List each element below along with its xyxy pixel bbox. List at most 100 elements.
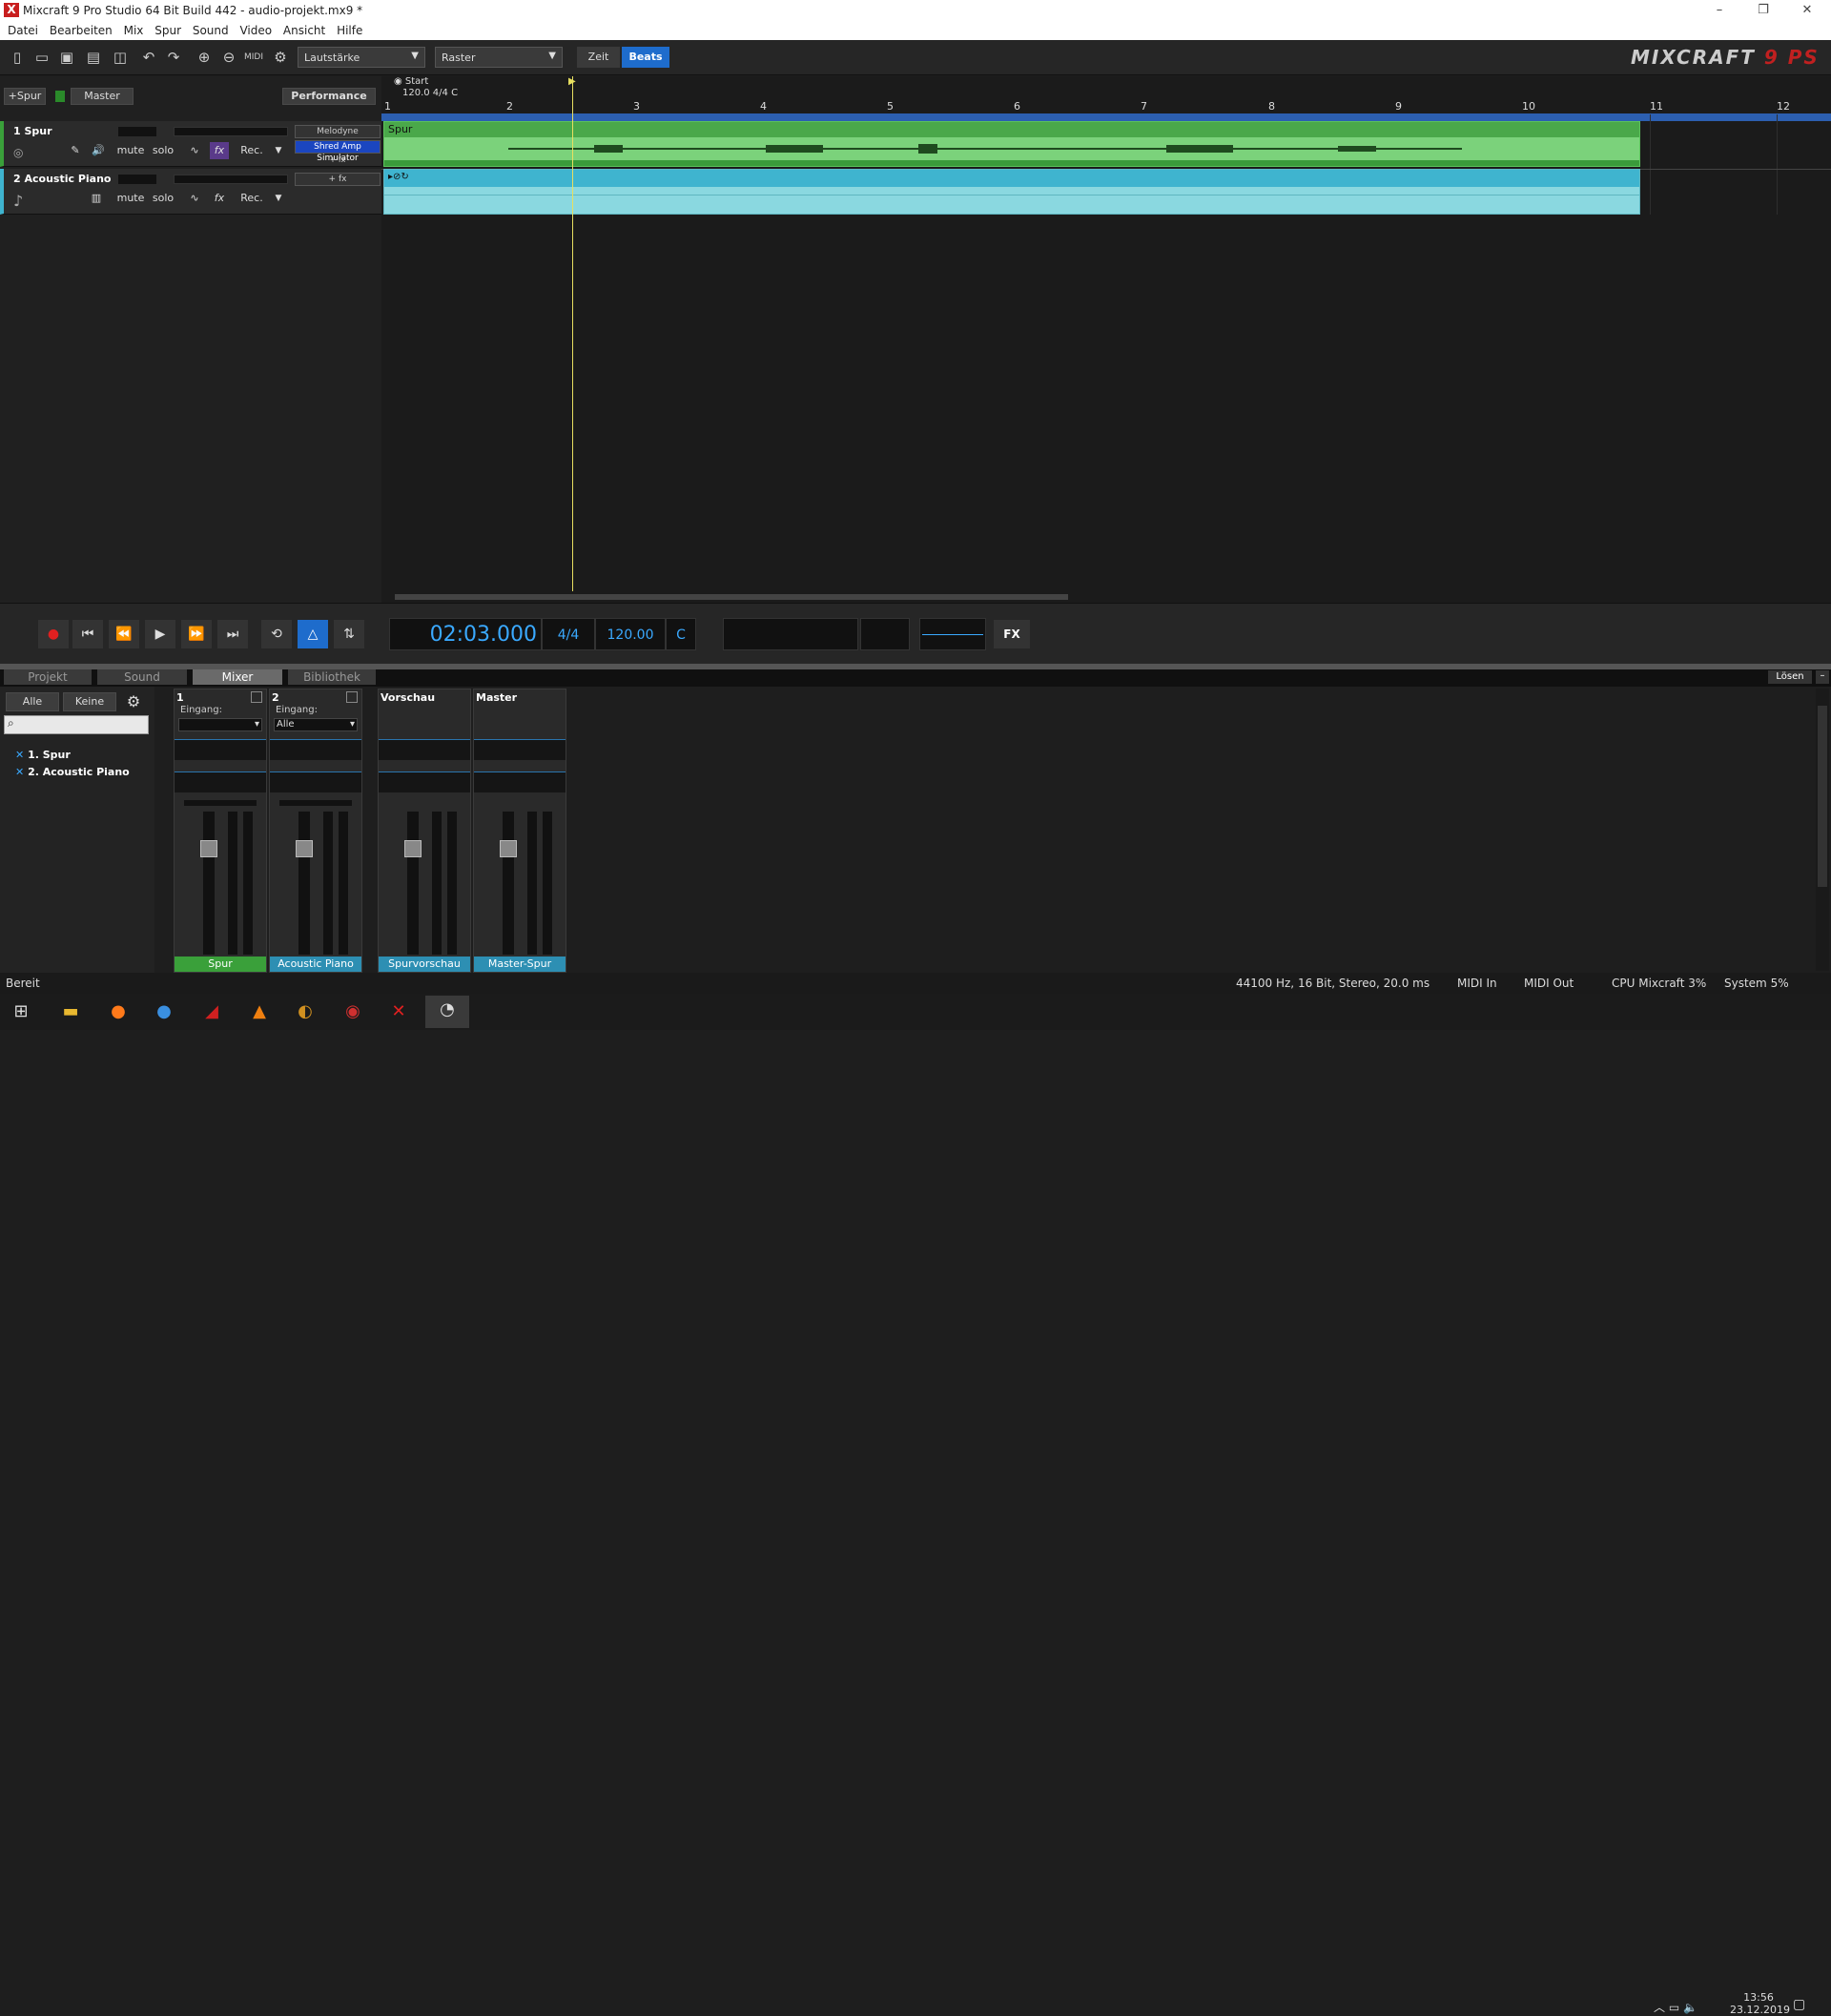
- tempo-display[interactable]: 120.00: [595, 618, 666, 650]
- tab-sound[interactable]: Sound: [97, 669, 187, 685]
- mute-button[interactable]: mute: [114, 142, 147, 159]
- menu-spur[interactable]: Spur: [147, 21, 181, 37]
- fx-button[interactable]: fx: [210, 142, 229, 159]
- select-none-button[interactable]: Keine: [63, 692, 116, 711]
- fader-knob[interactable]: [200, 840, 217, 857]
- volume-fader[interactable]: [298, 812, 310, 955]
- file-explorer-icon[interactable]: ▬: [51, 998, 90, 1026]
- add-fx-slot[interactable]: + fx: [295, 173, 381, 186]
- horizontal-scrollbar[interactable]: [381, 591, 1831, 603]
- fader-knob[interactable]: [500, 840, 517, 857]
- time-signature-display[interactable]: 4/4: [542, 618, 595, 650]
- playhead[interactable]: [572, 76, 573, 591]
- menu-hilfe[interactable]: Hilfe: [329, 21, 362, 37]
- ruler-bar[interactable]: [381, 113, 1831, 121]
- keyboard-icon[interactable]: ▥: [86, 190, 107, 207]
- menu-mix[interactable]: Mix: [116, 21, 144, 37]
- volume-fader[interactable]: [203, 812, 215, 955]
- save-icon[interactable]: ▤: [84, 48, 103, 67]
- volume-fader[interactable]: [503, 812, 514, 955]
- tab-bibliothek[interactable]: Bibliothek: [288, 669, 376, 685]
- chevron-down-icon[interactable]: ▼: [273, 142, 284, 159]
- fx-button[interactable]: fx: [210, 190, 229, 207]
- solo-button[interactable]: solo: [149, 142, 177, 159]
- menu-bearbeiten[interactable]: Bearbeiten: [42, 21, 113, 37]
- instrument-icon[interactable]: ✎: [67, 142, 84, 159]
- track-1-name[interactable]: 1 Spur: [13, 125, 52, 137]
- play-icon[interactable]: ▶: [145, 620, 175, 648]
- scrollbar-thumb[interactable]: [395, 594, 1068, 600]
- collapse-icon[interactable]: –: [1816, 670, 1829, 684]
- automation-icon[interactable]: ∿: [181, 142, 208, 159]
- volume-slider[interactable]: [118, 175, 156, 184]
- volume-fader[interactable]: [407, 812, 419, 955]
- grid-dropdown[interactable]: Raster ▼: [435, 47, 563, 68]
- restore-icon[interactable]: ❐: [1741, 0, 1785, 21]
- punch-icon[interactable]: ⇅: [334, 620, 364, 648]
- fx-slot-melodyne[interactable]: Melodyne: [295, 125, 381, 138]
- settings-gear-icon[interactable]: ⚙: [271, 48, 290, 67]
- volume-slider[interactable]: [118, 127, 156, 136]
- track-2[interactable]: 2 Acoustic Piano ♪ ▥ mute solo ∿ fx Rec.…: [0, 169, 381, 215]
- zoom-in-icon[interactable]: ⊕: [195, 48, 214, 67]
- performance-button[interactable]: Performance: [282, 88, 376, 105]
- active-app-icon[interactable]: ◔: [425, 996, 469, 1028]
- clock[interactable]: 13:56 23.12.2019: [1730, 1991, 1790, 2016]
- vlc-icon[interactable]: ▲: [240, 998, 278, 1026]
- playhead-marker-icon[interactable]: ▶: [568, 76, 576, 87]
- speaker-icon[interactable]: 🔊: [90, 142, 107, 159]
- input-select[interactable]: ▾: [178, 718, 262, 731]
- tab-projekt[interactable]: Projekt: [4, 669, 92, 685]
- volume-dropdown[interactable]: Lautstärke ▼: [298, 47, 425, 68]
- skip-to-end-icon[interactable]: ⏭: [217, 620, 248, 648]
- split-icon[interactable]: ◫: [111, 48, 130, 67]
- thunderbird-icon[interactable]: ●: [145, 998, 183, 1026]
- strip-menu-icon[interactable]: [346, 691, 358, 703]
- fast-forward-icon[interactable]: ⏩: [181, 620, 212, 648]
- media-app-icon[interactable]: ◉: [334, 998, 372, 1026]
- solo-button[interactable]: solo: [149, 190, 177, 207]
- midi-icon[interactable]: MIDI: [244, 48, 263, 67]
- beats-mode-button[interactable]: Beats: [622, 47, 669, 68]
- scrollbar-thumb[interactable]: [1818, 706, 1827, 887]
- tray-icons[interactable]: ︿ ▭ 🔈: [1654, 1999, 1697, 2015]
- track-search-input[interactable]: ⌕: [4, 715, 149, 734]
- checkbox-icon[interactable]: ✕: [15, 766, 24, 778]
- audio-format[interactable]: 44100 Hz, 16 Bit, Stereo, 20.0 ms: [1236, 977, 1430, 990]
- select-all-button[interactable]: Alle: [6, 692, 59, 711]
- checkbox-icon[interactable]: ✕: [15, 749, 24, 761]
- vertical-scrollbar[interactable]: [1816, 689, 1829, 971]
- menu-ansicht[interactable]: Ansicht: [276, 21, 325, 37]
- midi-out[interactable]: MIDI Out: [1524, 977, 1574, 990]
- acrobat-icon[interactable]: ◢: [193, 998, 231, 1026]
- add-track-button[interactable]: +Spur: [4, 88, 46, 105]
- new-file-icon[interactable]: ▯: [8, 48, 27, 67]
- skip-to-start-icon[interactable]: ⏮: [72, 620, 103, 648]
- master-fx-button[interactable]: FX: [994, 620, 1030, 648]
- fader-knob[interactable]: [404, 840, 422, 857]
- menu-sound[interactable]: Sound: [185, 21, 229, 37]
- rewind-icon[interactable]: ⏪: [109, 620, 139, 648]
- save-as-icon[interactable]: ▣: [57, 48, 76, 67]
- record-arm-button[interactable]: Rec.: [233, 142, 271, 159]
- loop-icon[interactable]: ▸⊘↻: [388, 172, 409, 182]
- start-marker[interactable]: ◉ Start: [394, 76, 428, 87]
- track-1[interactable]: 1 Spur ◎ ✎ 🔊 mute solo ∿ fx Rec. ▼ Melod…: [0, 121, 381, 167]
- input-select[interactable]: Alle ▾: [274, 718, 358, 731]
- add-fx-slot[interactable]: + fx: [295, 155, 381, 166]
- automation-icon[interactable]: ∿: [181, 190, 208, 207]
- detach-button[interactable]: Lösen: [1768, 670, 1812, 684]
- mixcraft-taskbar-icon[interactable]: ✕: [380, 998, 418, 1026]
- audio-app-icon[interactable]: ◐: [286, 998, 324, 1026]
- key-display[interactable]: C: [666, 618, 696, 650]
- open-folder-icon[interactable]: ▭: [32, 48, 51, 67]
- record-icon[interactable]: ●: [38, 620, 69, 648]
- midi-in[interactable]: MIDI In: [1457, 977, 1497, 990]
- track-2-name[interactable]: 2 Acoustic Piano: [13, 173, 111, 185]
- notification-icon[interactable]: ▢: [1793, 1997, 1805, 2012]
- tempo-signature[interactable]: 120.0 4/4 C: [402, 88, 458, 98]
- loop-icon[interactable]: ⟲: [261, 620, 292, 648]
- pan-slider[interactable]: [279, 800, 352, 806]
- redo-icon[interactable]: ↷: [164, 48, 183, 67]
- pan-slider[interactable]: [184, 800, 257, 806]
